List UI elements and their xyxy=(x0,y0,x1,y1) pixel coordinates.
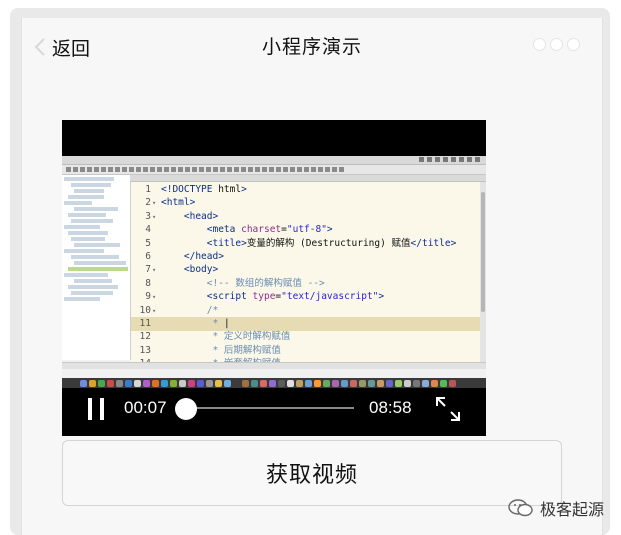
code-line: 12 * 定义时解构赋值 xyxy=(139,331,291,343)
pause-button[interactable] xyxy=(86,396,108,426)
watermark-text: 极客起源 xyxy=(540,500,605,519)
get-video-button[interactable]: 获取视频 xyxy=(62,440,562,506)
code-line: 11 * | xyxy=(131,317,480,331)
code-editor: 1 <!DOCTYPE html> 2 ▾ <html> 3 ▾ <head> 4 <meta… xyxy=(131,182,480,362)
menu-dot-icon xyxy=(567,38,580,51)
ide-menubar xyxy=(62,156,486,165)
more-menu-capsule[interactable] xyxy=(533,38,580,51)
progress-thumb[interactable] xyxy=(175,398,198,420)
watermark: 极客起源 xyxy=(508,496,604,520)
ide-toolbar xyxy=(62,165,486,175)
video-player[interactable]: 1 <!DOCTYPE html> 2 ▾ <html> 3 ▾ <head> 4 <meta… xyxy=(62,120,486,436)
page-title: 小程序演示 xyxy=(261,36,362,58)
code-line: 10 ▾ /* xyxy=(139,304,219,316)
code-line: 5 <title>变量的解构 (Destructuring) 赋值</title… xyxy=(145,237,457,249)
current-time: 00:07 xyxy=(124,398,167,417)
mini-program-screen: 返回 小程序演示 1 <!DOCTYPE html> 2 ▾ <html> 3 ▾ <hea… xyxy=(21,18,603,535)
code-line: 7 ▾ <body> xyxy=(145,264,219,276)
navigation-bar: 返回 小程序演示 xyxy=(22,18,602,76)
video-frame-ide: 1 <!DOCTYPE html> 2 ▾ <html> 3 ▾ <head> 4 <meta… xyxy=(62,156,486,378)
progress-track[interactable] xyxy=(184,407,354,409)
wechat-icon xyxy=(508,499,533,517)
pause-bar-icon xyxy=(100,398,104,420)
pause-bar-icon xyxy=(88,398,92,420)
menu-dot-icon xyxy=(550,38,563,51)
ide-editor-tabs xyxy=(130,175,486,182)
code-line: 1 <!DOCTYPE html> xyxy=(145,184,247,195)
code-line: 4 <meta charset="utf-8"> xyxy=(145,224,333,236)
code-line: 3 ▾ <head> xyxy=(145,210,219,222)
video-controls: 00:07 08:58 xyxy=(62,388,486,436)
code-line: 13 * 后期解构赋值 xyxy=(139,344,281,356)
code-line: 8 <!-- 数组的解构赋值 --> xyxy=(145,277,325,289)
code-line: 9 ▾ <script type="text/javascript"> xyxy=(145,291,385,303)
ide-status-bar xyxy=(62,362,486,369)
fullscreen-icon[interactable] xyxy=(434,395,462,423)
menu-dot-icon xyxy=(533,38,546,51)
editor-scrollbar xyxy=(480,182,486,362)
video-frame-dock xyxy=(62,378,486,388)
code-line: 6 </head> xyxy=(145,251,224,262)
code-line: 2 ▾ <html> xyxy=(145,197,196,209)
duration: 08:58 xyxy=(369,398,412,417)
ide-project-tree xyxy=(62,175,131,360)
